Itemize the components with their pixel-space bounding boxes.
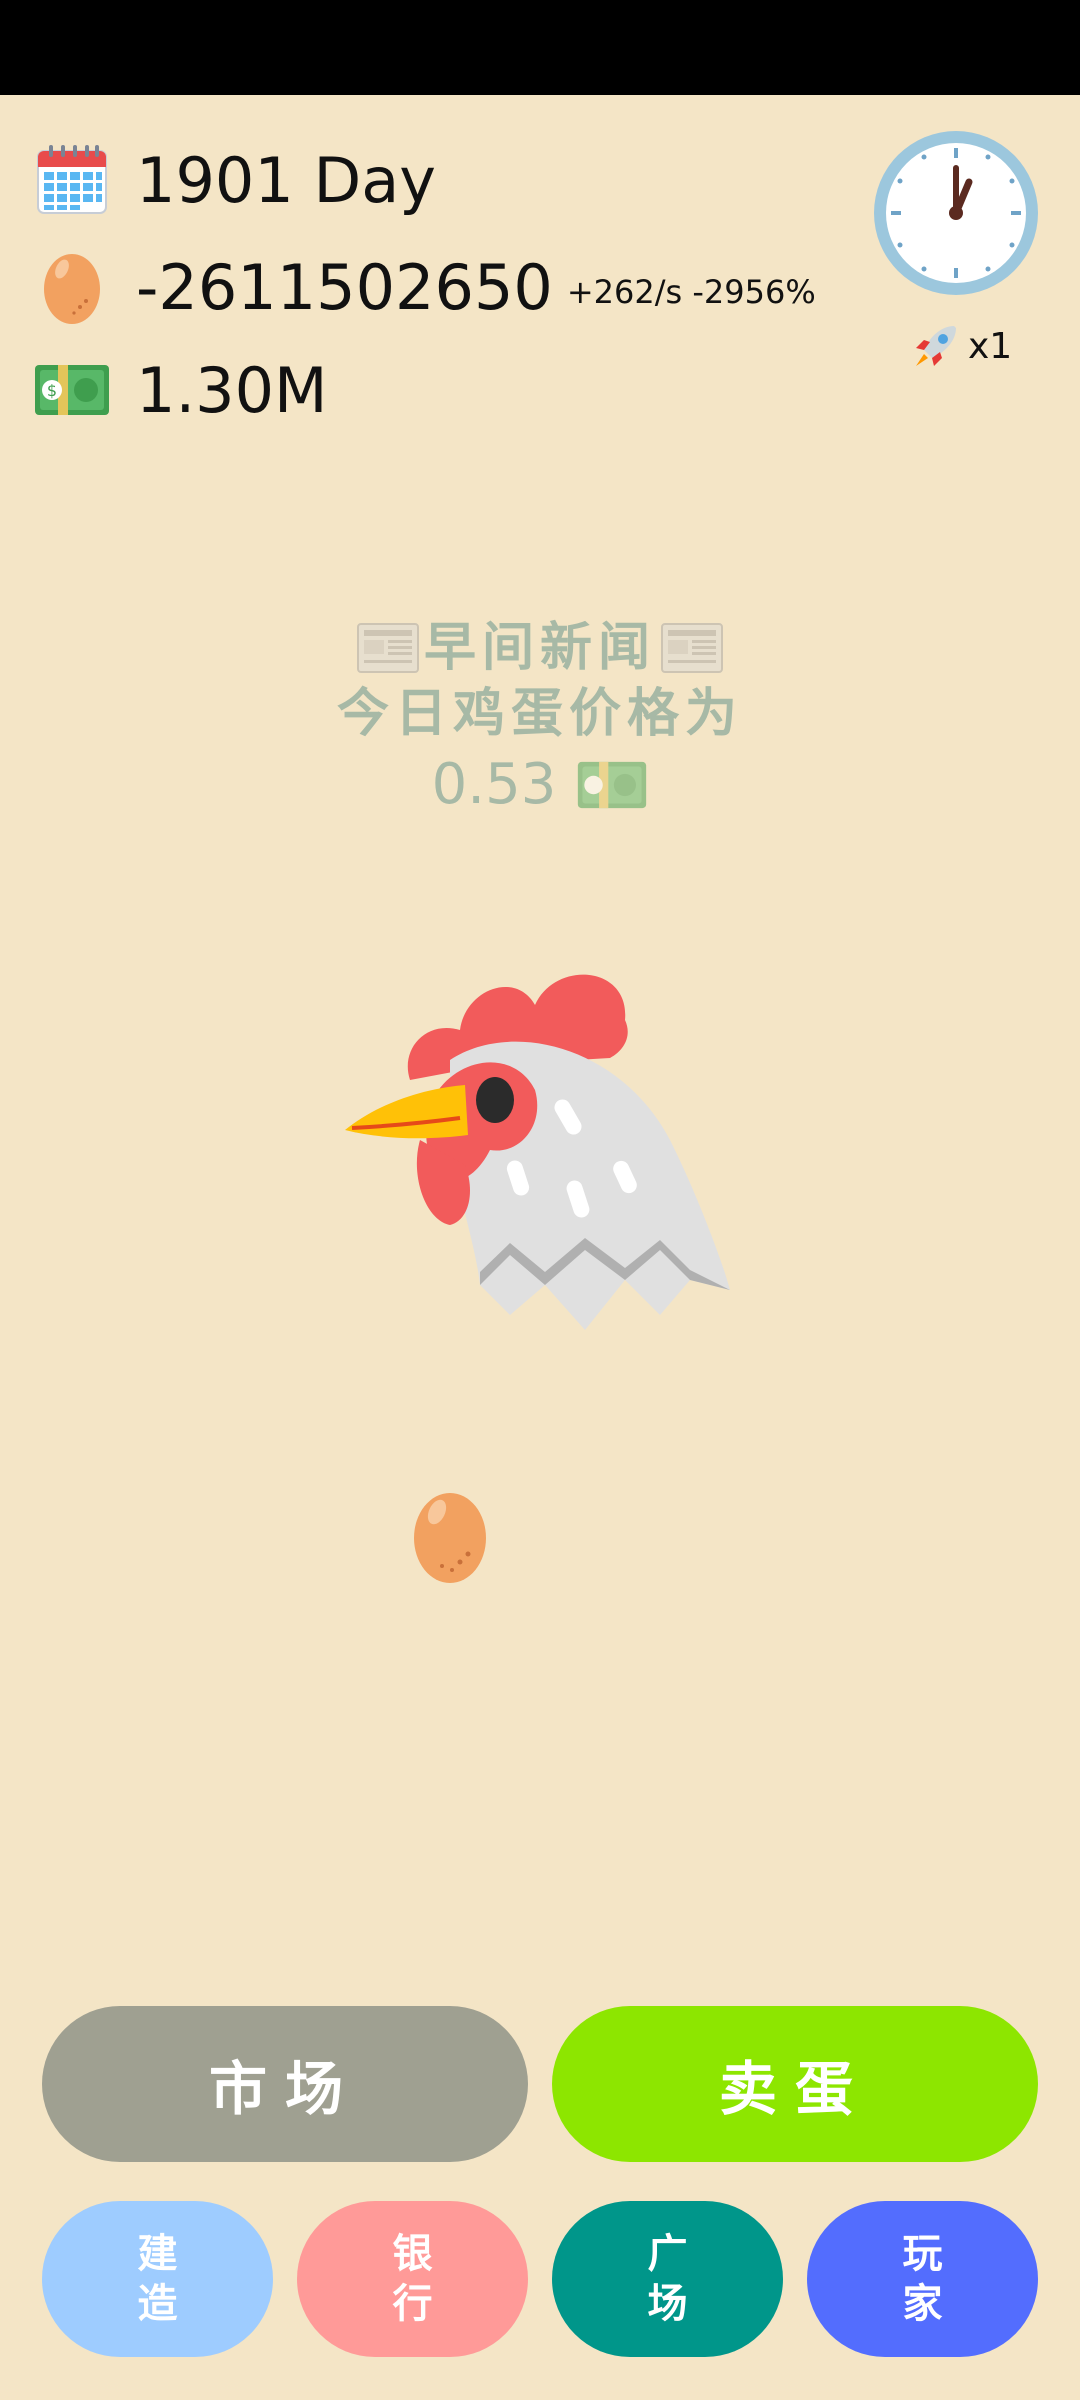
news-text: 今日鸡蛋价格为	[336, 683, 743, 744]
sell-eggs-button[interactable]: 卖蛋	[552, 2006, 1038, 2162]
egg-counter: -2611502650	[136, 250, 553, 324]
market-button[interactable]: 市场	[42, 2006, 528, 2162]
svg-text:$: $	[47, 381, 57, 400]
clock-icon[interactable]	[873, 130, 1039, 296]
egg-price: 0.53	[431, 752, 557, 817]
rocket-icon	[916, 326, 956, 366]
dollar-banknote-icon: $	[34, 352, 110, 428]
newspaper-icon	[661, 623, 723, 673]
speed-multiplier[interactable]: x1	[910, 318, 1012, 374]
newspaper-icon	[356, 623, 419, 673]
news-price: 0.53	[240, 747, 840, 823]
egg-stat: -2611502650 +262/s -2956%	[34, 247, 816, 327]
calendar-icon	[34, 142, 110, 218]
egg-icon[interactable]	[412, 1488, 488, 1584]
egg-rate: +262/s -2956%	[566, 273, 816, 311]
speed-label: x1	[968, 325, 1013, 367]
rooster-icon[interactable]	[340, 950, 740, 1340]
money-counter: 1.30M	[136, 353, 328, 427]
news-title: 早间新闻	[423, 617, 656, 678]
status-bar	[0, 0, 1080, 95]
bank-label: 银行	[392, 2230, 433, 2327]
egg-icon	[34, 249, 110, 325]
bank-button[interactable]: 银行	[297, 2201, 528, 2357]
money-stat: $ 1.30M	[34, 350, 328, 430]
player-button[interactable]: 玩家	[807, 2201, 1038, 2357]
player-label: 玩家	[902, 2230, 943, 2327]
build-label: 建造	[137, 2230, 178, 2327]
day-counter: 1901 Day	[136, 143, 436, 217]
dollar-banknote-icon	[578, 761, 647, 809]
plaza-label: 广场	[647, 2230, 688, 2327]
build-button[interactable]: 建造	[42, 2201, 273, 2357]
news-headline: 早间新闻	[240, 615, 840, 681]
news-banner: 早间新闻 今日鸡蛋价格为 0.53	[240, 615, 840, 823]
plaza-button[interactable]: 广场	[552, 2201, 783, 2357]
day-stat: 1901 Day	[34, 140, 436, 220]
